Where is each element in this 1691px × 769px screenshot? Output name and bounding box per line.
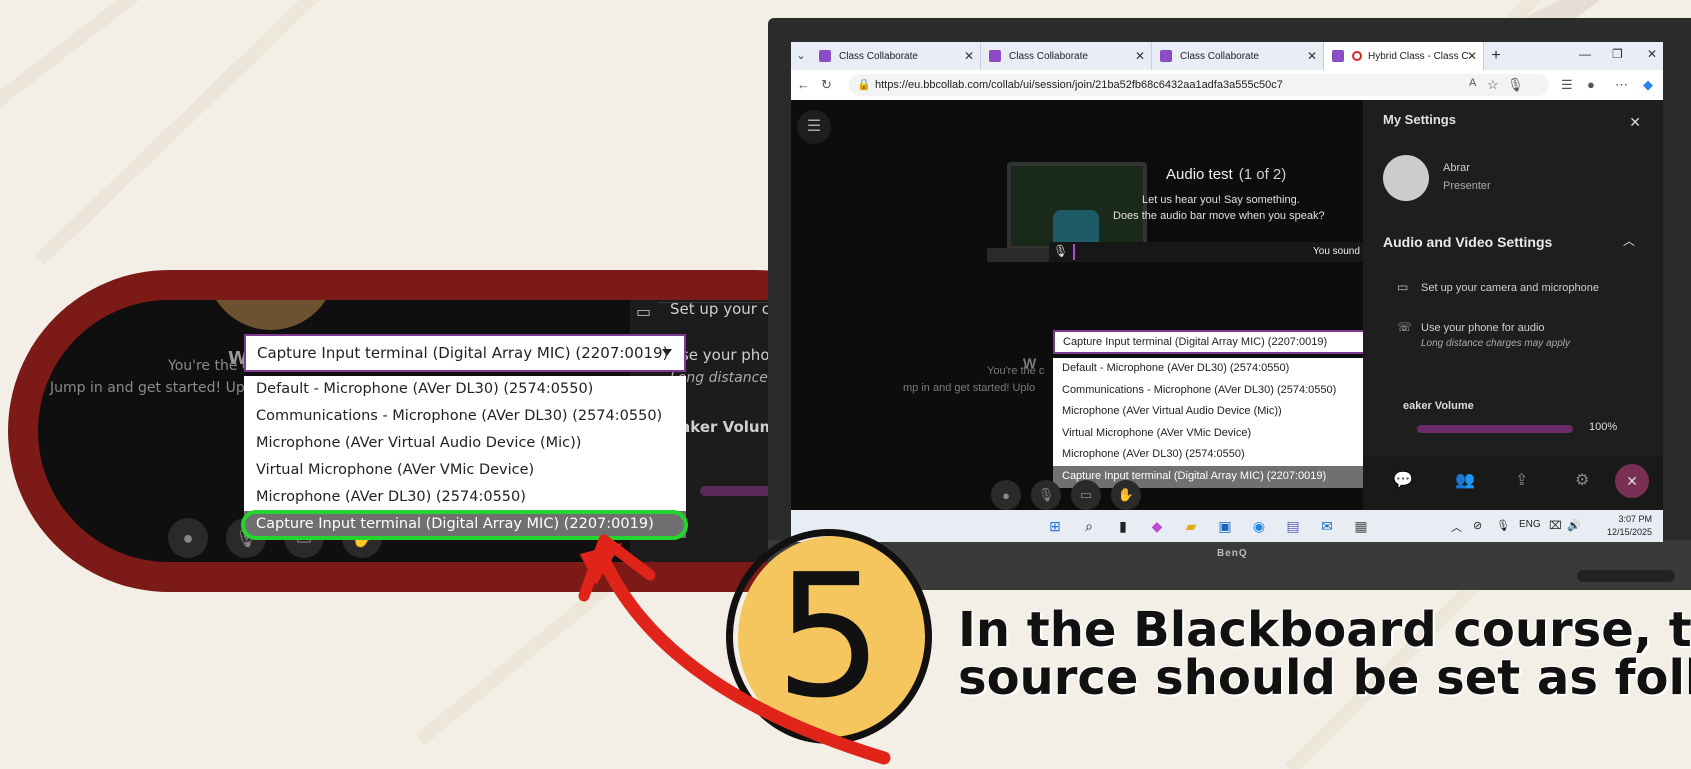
arrow-shaft (597, 553, 891, 765)
tutorial-slide: W You're the c Jump in and get started! … (0, 0, 1691, 769)
pointer-arrow (578, 534, 891, 765)
